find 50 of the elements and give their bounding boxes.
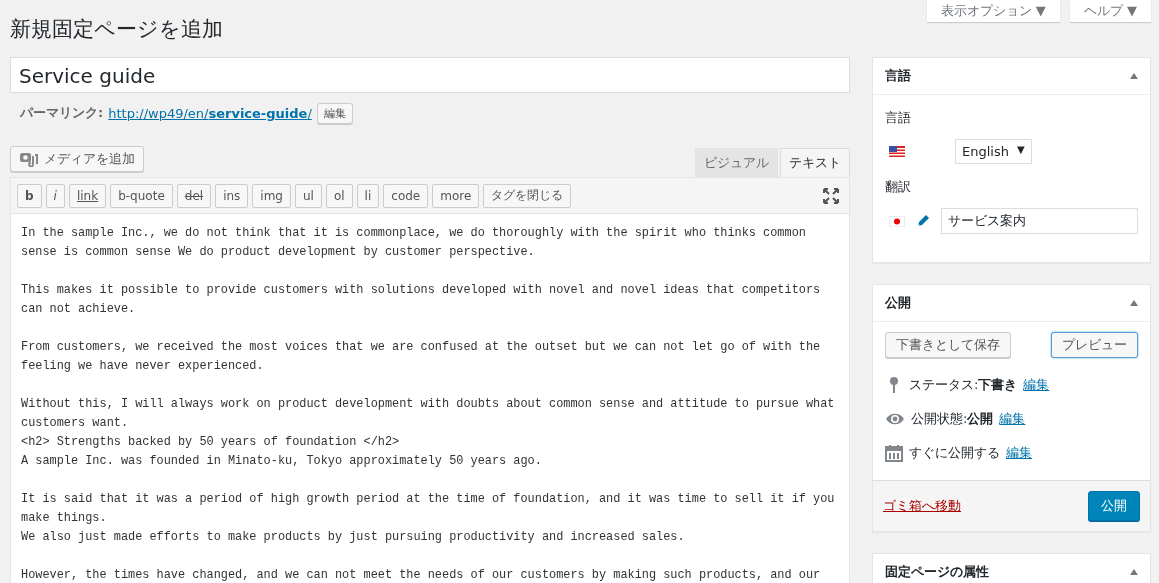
edit-link[interactable]: 編集 [1006, 444, 1032, 462]
permalink-link[interactable]: http://wp49/en/service-guide/ [108, 105, 312, 121]
box-title: 固定ページの属性 [885, 563, 989, 581]
language-label: 言語 [885, 109, 912, 127]
screen-option-button[interactable]: ヘルプ ▼ [1069, 0, 1151, 22]
quicktag-button[interactable]: more [432, 183, 480, 208]
edit-permalink-button[interactable]: 編集 [316, 102, 353, 124]
collapse-icon[interactable] [1130, 569, 1138, 575]
publish-info: 公開状態:公開 [911, 410, 994, 428]
preview-button[interactable]: プレビュー [1051, 332, 1138, 358]
add-media-button[interactable]: メディアを追加 [10, 146, 144, 172]
quicktag-button[interactable]: li [356, 183, 380, 208]
text-editor[interactable]: In the sample Inc., we do not think that it is commonplace, we do thoroughly with the spirit who thinks common sense is common sense We do product development by customer perspective. This makes it possible to provide customers with solutions developed with novel and novel ideas that competitors can not achieve. From customers, we received the most voices that we are confused at the outset but we can not let go of with the feeling we have never experienced. Without this, I will always work on product development with doubts about common sense and attitude to pursue what customers want. <h2> Strengths backed by 50 years of foundation </h2> A sample Inc. was founded in Minato-ku, Tokyo approximately 50 years ago. It is said that it was a period of high growth period at the time of foundation, and it was time to sell it if you make things. We also just made efforts to make products by just pursuing productivity and increased sales. However, the times have changed, and we can not meet the needs of our customers by making such products, and our [11, 214, 849, 583]
edit-link[interactable]: 編集 [999, 410, 1026, 428]
quicktag-button[interactable]: code [383, 183, 429, 208]
save-draft-button[interactable]: 下書きとして保存 [885, 332, 1011, 358]
publish-button[interactable]: 公開 [1088, 491, 1140, 521]
quicktag-button[interactable]: ul [294, 183, 322, 208]
media-icon [19, 151, 39, 167]
quicktag-button[interactable]: タグを閉じる [483, 183, 572, 208]
quicktag-button[interactable]: link [68, 183, 107, 208]
box-title: 言語 [885, 67, 911, 85]
editor-tab[interactable]: テキスト [780, 148, 850, 177]
calendar-icon [885, 444, 903, 462]
fullscreen-icon[interactable] [823, 187, 839, 204]
translation-label: 翻訳 [885, 178, 912, 196]
publish-info: すぐに公開する [909, 444, 1000, 462]
pencil-icon[interactable] [915, 213, 931, 229]
quicktag-button[interactable]: b [17, 183, 42, 208]
publish-info: ステータス:下書き [909, 376, 1018, 394]
translation-field[interactable]: サービス案内 [941, 208, 1138, 234]
collapse-icon[interactable] [1130, 73, 1138, 79]
edit-link[interactable]: 編集 [1023, 376, 1050, 394]
quicktag-button[interactable]: i [45, 183, 65, 208]
us-flag-icon [889, 146, 905, 157]
permalink-label: パーマリンク: [20, 104, 104, 122]
quicktag-button[interactable]: ol [325, 183, 353, 208]
editor-tab[interactable]: ビジュアル [695, 148, 778, 177]
quicktag-button[interactable]: del [176, 183, 212, 208]
quicktag-button[interactable]: img [252, 183, 291, 208]
japan-flag-icon [889, 215, 905, 227]
box-title: 公開 [885, 294, 911, 312]
trash-link[interactable]: ゴミ箱へ移動 [883, 497, 961, 515]
quicktag-button[interactable]: b-quote [110, 183, 173, 208]
quicktag-button[interactable]: ins [215, 183, 249, 208]
title-field[interactable]: Service guide [10, 57, 850, 93]
screen-option-button[interactable]: 表示オプション ▼ [926, 0, 1060, 22]
page-title: 新規固定ページを追加 [10, 15, 223, 43]
language-select[interactable]: English ▼ [955, 139, 1032, 164]
collapse-icon[interactable] [1130, 300, 1138, 306]
